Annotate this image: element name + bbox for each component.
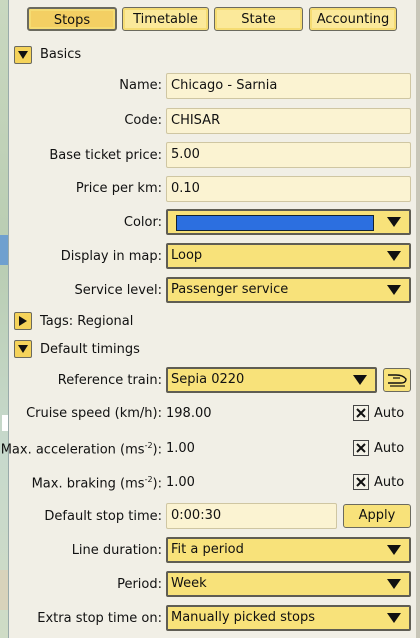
code-label: Code: (124, 113, 162, 128)
line-duration-label: Line duration: (71, 543, 162, 558)
x-checkbox-icon (356, 477, 366, 487)
acceleration-auto-checkbox[interactable] (353, 440, 369, 456)
line-duration-value: Fit a period (171, 542, 244, 557)
display-in-map-value: Loop (171, 248, 203, 263)
color-label: Color: (123, 215, 162, 230)
extra-stop-time-value: Manually picked stops (171, 610, 315, 625)
period-value: Week (171, 576, 207, 591)
basics-expand-button[interactable] (14, 46, 32, 64)
triangle-right-icon (19, 316, 27, 326)
tags-title: Tags: Regional (40, 314, 134, 329)
period-dropdown[interactable]: Week (166, 571, 411, 597)
chevron-down-icon (353, 375, 367, 385)
period-label: Period: (117, 577, 162, 592)
braking-value: 1.00 (166, 475, 195, 490)
triangle-down-icon (18, 345, 28, 353)
tab-state[interactable]: State (214, 7, 303, 31)
color-swatch (176, 215, 374, 231)
display-in-map-label: Display in map: (60, 249, 162, 264)
braking-label: Max. braking (ms-2): (31, 475, 162, 492)
service-level-dropdown[interactable]: Passenger service (166, 277, 411, 303)
x-checkbox-icon (356, 443, 366, 453)
extra-stop-time-label: Extra stop time on: (37, 611, 162, 626)
chevron-down-icon (387, 251, 401, 261)
stop-time-label: Default stop time: (44, 509, 162, 524)
map-water (0, 235, 8, 265)
braking-auto-label: Auto (374, 475, 405, 490)
service-level-label: Service level: (74, 283, 162, 298)
tab-timetable[interactable]: Timetable (122, 7, 209, 31)
map-label-fragment (2, 415, 8, 431)
ticket-price-field[interactable]: 5.00 (166, 142, 411, 168)
tags-expand-button[interactable] (14, 312, 32, 330)
braking-auto-checkbox[interactable] (353, 474, 369, 490)
tab-stops[interactable]: Stops (27, 7, 117, 31)
chevron-down-icon (387, 285, 401, 295)
tab-accounting[interactable]: Accounting (309, 7, 397, 31)
map-land (0, 570, 8, 610)
display-in-map-dropdown[interactable]: Loop (166, 243, 411, 269)
service-level-value: Passenger service (171, 282, 289, 297)
chevron-down-icon (387, 579, 401, 589)
acceleration-auto-label: Auto (374, 441, 405, 456)
chevron-down-icon (387, 613, 401, 623)
acceleration-label: Max. acceleration (ms-2): (0, 441, 162, 458)
timings-expand-button[interactable] (14, 340, 32, 358)
price-per-km-field[interactable]: 0.10 (166, 176, 411, 202)
cruise-auto-label: Auto (374, 406, 405, 421)
name-label: Name: (119, 78, 162, 93)
stop-time-field[interactable]: 0:00:30 (166, 503, 337, 529)
basics-title: Basics (40, 47, 82, 62)
reference-train-value: Sepia 0220 (171, 372, 245, 387)
timings-title: Default timings (40, 342, 140, 357)
code-field[interactable]: CHISAR (166, 108, 411, 134)
chevron-down-icon (387, 217, 401, 227)
cruise-auto-checkbox[interactable] (353, 405, 369, 421)
cruise-speed-label: Cruise speed (km/h): (26, 406, 162, 421)
extra-stop-time-dropdown[interactable]: Manually picked stops (166, 605, 411, 631)
apply-button[interactable]: Apply (343, 504, 411, 528)
reference-train-dropdown[interactable]: Sepia 0220 (166, 367, 377, 393)
name-field[interactable]: Chicago - Sarnia (166, 73, 411, 99)
chevron-down-icon (387, 545, 401, 555)
map-edge (0, 0, 9, 638)
triangle-down-icon (18, 51, 28, 59)
cruise-speed-value: 198.00 (166, 406, 212, 421)
window-border (416, 0, 420, 638)
color-dropdown[interactable] (166, 209, 411, 235)
price-per-km-label: Price per km: (75, 181, 162, 196)
train-picker-button[interactable] (383, 368, 411, 392)
line-duration-dropdown[interactable]: Fit a period (166, 537, 411, 563)
train-icon (388, 374, 407, 387)
reference-train-label: Reference train: (57, 373, 162, 388)
acceleration-value: 1.00 (166, 441, 195, 456)
ticket-price-label: Base ticket price: (49, 148, 162, 163)
x-checkbox-icon (356, 408, 366, 418)
